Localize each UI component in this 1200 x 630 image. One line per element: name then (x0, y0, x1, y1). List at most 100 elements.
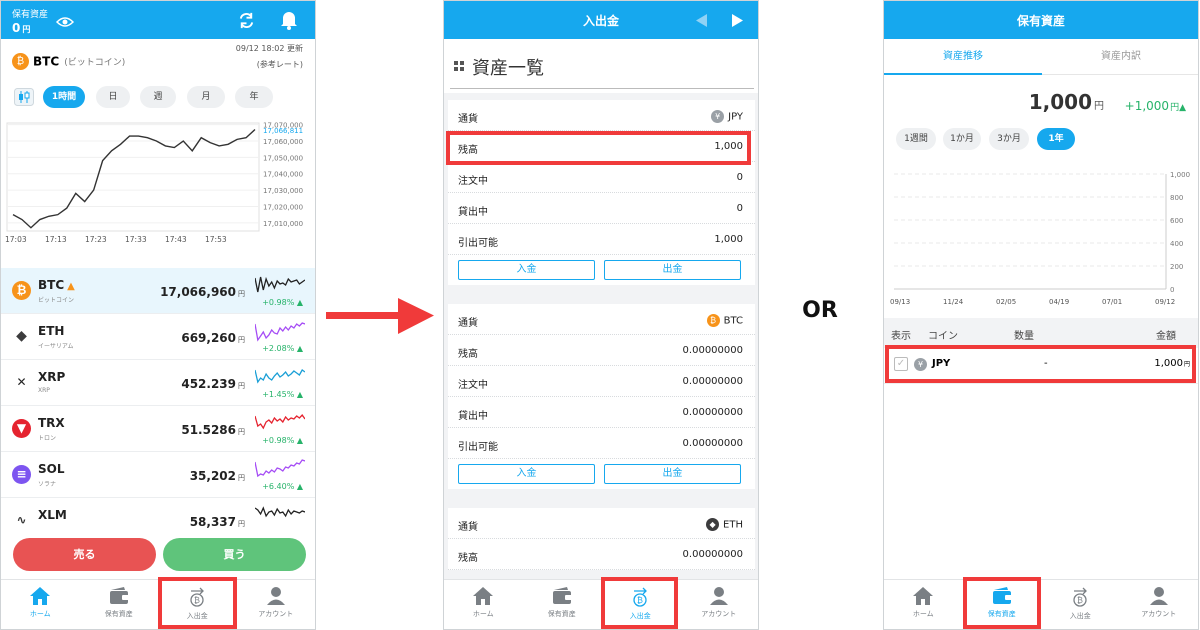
period-tab-3[interactable]: 1年 (1037, 128, 1075, 150)
nav-account[interactable]: アカウント (680, 580, 759, 629)
ordering-row: 注文中 0.00000000 (448, 366, 755, 397)
currency-icon: ◆ (706, 518, 720, 531)
account-icon (266, 587, 285, 605)
bottom-nav: ホーム 保有資産 ₿ 入出金 アカウント (444, 579, 758, 629)
list-item[interactable]: ✕ XRP XRP 452.239 円 +1.45% ▲ (1, 360, 315, 406)
nav-home[interactable]: ホーム (884, 580, 963, 629)
coin-symbol: SOL (38, 462, 65, 476)
holdings-label: 保有資産 (12, 10, 49, 20)
refresh-icon[interactable] (237, 11, 256, 30)
account-icon (709, 587, 728, 605)
coin-price: 669,260 円 (181, 331, 245, 345)
nav-home[interactable]: ホーム (444, 580, 523, 629)
nav-deposit-withdraw[interactable]: ₿ 入出金 (601, 580, 680, 629)
bell-icon[interactable] (280, 10, 298, 30)
timeframe-tab-2[interactable]: 週 (140, 86, 176, 108)
col-amount: 金額 (1156, 331, 1176, 342)
nav-deposit-withdraw[interactable]: ₿ 入出金 (1041, 580, 1120, 629)
nav-label: 保有資産 (987, 610, 1016, 618)
home-icon (473, 587, 494, 605)
sell-button[interactable]: 売る (13, 538, 156, 571)
nav-holdings[interactable]: 保有資産 (963, 580, 1042, 629)
nav-holdings[interactable]: 保有資産 (80, 580, 159, 629)
table-row[interactable]: ✓ ¥ JPY - 1,000円 (884, 348, 1198, 383)
nav-holdings[interactable]: 保有資産 (523, 580, 602, 629)
period-tab-0[interactable]: 1週間 (896, 128, 936, 150)
timeframe-tab-0[interactable]: 1時間 (43, 86, 85, 108)
timeframe-tab-3[interactable]: 月 (187, 86, 225, 108)
col-coin: コイン (928, 331, 958, 342)
holdings-header: 保有資産 (884, 1, 1198, 39)
sparkline (255, 276, 305, 293)
currency-icon: ¥ (711, 110, 725, 123)
bottom-nav: ホーム 保有資産 ₿ 入出金 アカウント (884, 579, 1198, 629)
account-icon (1149, 587, 1168, 605)
eye-icon[interactable] (56, 16, 74, 28)
holdings-value: 0円 (12, 21, 31, 35)
coin-name: トロン (38, 435, 57, 442)
coin-symbol: TRX (38, 416, 65, 430)
coin-change: +6.40% ▲ (262, 482, 303, 491)
forward-arrow-icon[interactable] (731, 14, 743, 27)
nav-label: 入出金 (1069, 612, 1091, 620)
x-tick-label: 17:33 (125, 235, 147, 244)
nav-label: アカウント (701, 610, 737, 618)
deposit-button[interactable]: 入金 (458, 464, 595, 484)
x-tick-label: 07/01 (1102, 298, 1122, 306)
period-tab-2[interactable]: 3か月 (989, 128, 1029, 150)
coin-quantity: - (1044, 358, 1048, 369)
fire-icon: ▲ (67, 281, 75, 292)
y-tick-label: 0 (1170, 286, 1174, 294)
nav-home[interactable]: ホーム (1, 580, 80, 629)
current-price-label: 17,066,811 (263, 127, 303, 135)
coin-name: XRP (38, 387, 50, 394)
timeframe-tab-1[interactable]: 日 (96, 86, 130, 108)
withdraw-button[interactable]: 出金 (604, 464, 741, 484)
jpy-coin-icon: ¥ (914, 358, 927, 371)
back-arrow-icon[interactable] (696, 14, 708, 27)
balance-row: 残高 0.00000000 (448, 539, 755, 570)
balance-row: 残高 1,000 (448, 131, 755, 162)
right-arrow-icon (326, 298, 434, 334)
period-tab-1[interactable]: 1か月 (943, 128, 981, 150)
x-tick-label: 04/19 (1049, 298, 1069, 306)
list-item[interactable]: ∿ XLM 58,337 円 (1, 498, 315, 530)
x-tick-label: 17:13 (45, 235, 67, 244)
list-item[interactable]: ▼ TRX トロン 51.5286 円 +0.98% ▲ (1, 406, 315, 452)
x-tick-label: 17:53 (205, 235, 227, 244)
list-item[interactable]: ₿ BTC ▲ ビットコイン 17,066,960 円 +0.98% ▲ (1, 268, 315, 314)
holdings-table-header: 表示 コイン 数量 金額 (884, 318, 1198, 348)
x-tick-label: 17:43 (165, 235, 187, 244)
buy-button[interactable]: 買う (163, 538, 306, 571)
nav-account[interactable]: アカウント (237, 580, 316, 629)
deposit-withdraw-screen: 入出金 資産一覧 通貨 ¥ JPY 残高 1,000 注文中 0 貸出中 0 引出可能 1,000 入… (443, 0, 759, 630)
reference-rate: (参考レート) (256, 60, 303, 69)
timeframe-tab-4[interactable]: 年 (235, 86, 273, 108)
sparkline (255, 413, 305, 430)
coin-title: ₿ BTC (ビットコイン) (12, 51, 125, 70)
ordering-row: 注文中 0 (448, 162, 755, 193)
asset-card-jpy: 通貨 ¥ JPY 残高 1,000 注文中 0 貸出中 0 引出可能 1,000 入金 出金 (448, 100, 755, 285)
nav-label: 入出金 (186, 612, 208, 620)
nav-label: 保有資産 (104, 610, 133, 618)
withdraw-button[interactable]: 出金 (604, 260, 741, 280)
asset-card-eth: 通貨 ◆ ETH 残高 0.00000000 (448, 508, 755, 570)
nav-account[interactable]: アカウント (1120, 580, 1199, 629)
y-tick-label: 400 (1170, 240, 1183, 248)
tab-asset-history[interactable]: 資産推移 (884, 39, 1042, 75)
home-screen: 保有資産 0円 ₿ BTC (ビットコイン) 09/12 18:02 更新 (参考… (0, 0, 316, 630)
nav-label: ホーム (29, 610, 51, 618)
total-assets: 1,000 円 (1028, 90, 1104, 114)
xrp-coin-icon: ✕ (12, 373, 31, 392)
price-line (12, 129, 256, 229)
asset-change: +1,000円▲ (1124, 99, 1186, 113)
deposit-button[interactable]: 入金 (458, 260, 595, 280)
nav-deposit-withdraw[interactable]: ₿ 入出金 (158, 580, 237, 629)
list-item[interactable]: ≡ SOL ソラナ 35,202 円 +6.40% ▲ (1, 452, 315, 498)
balance-row: 残高 0.00000000 (448, 335, 755, 366)
visibility-checkbox[interactable]: ✓ (894, 357, 908, 371)
candlestick-icon[interactable] (14, 88, 34, 106)
tab-asset-breakdown[interactable]: 資産内訳 (1042, 39, 1198, 75)
list-item[interactable]: ◆ ETH イーサリアム 669,260 円 +2.08% ▲ (1, 314, 315, 360)
nav-label: 保有資産 (547, 610, 576, 618)
